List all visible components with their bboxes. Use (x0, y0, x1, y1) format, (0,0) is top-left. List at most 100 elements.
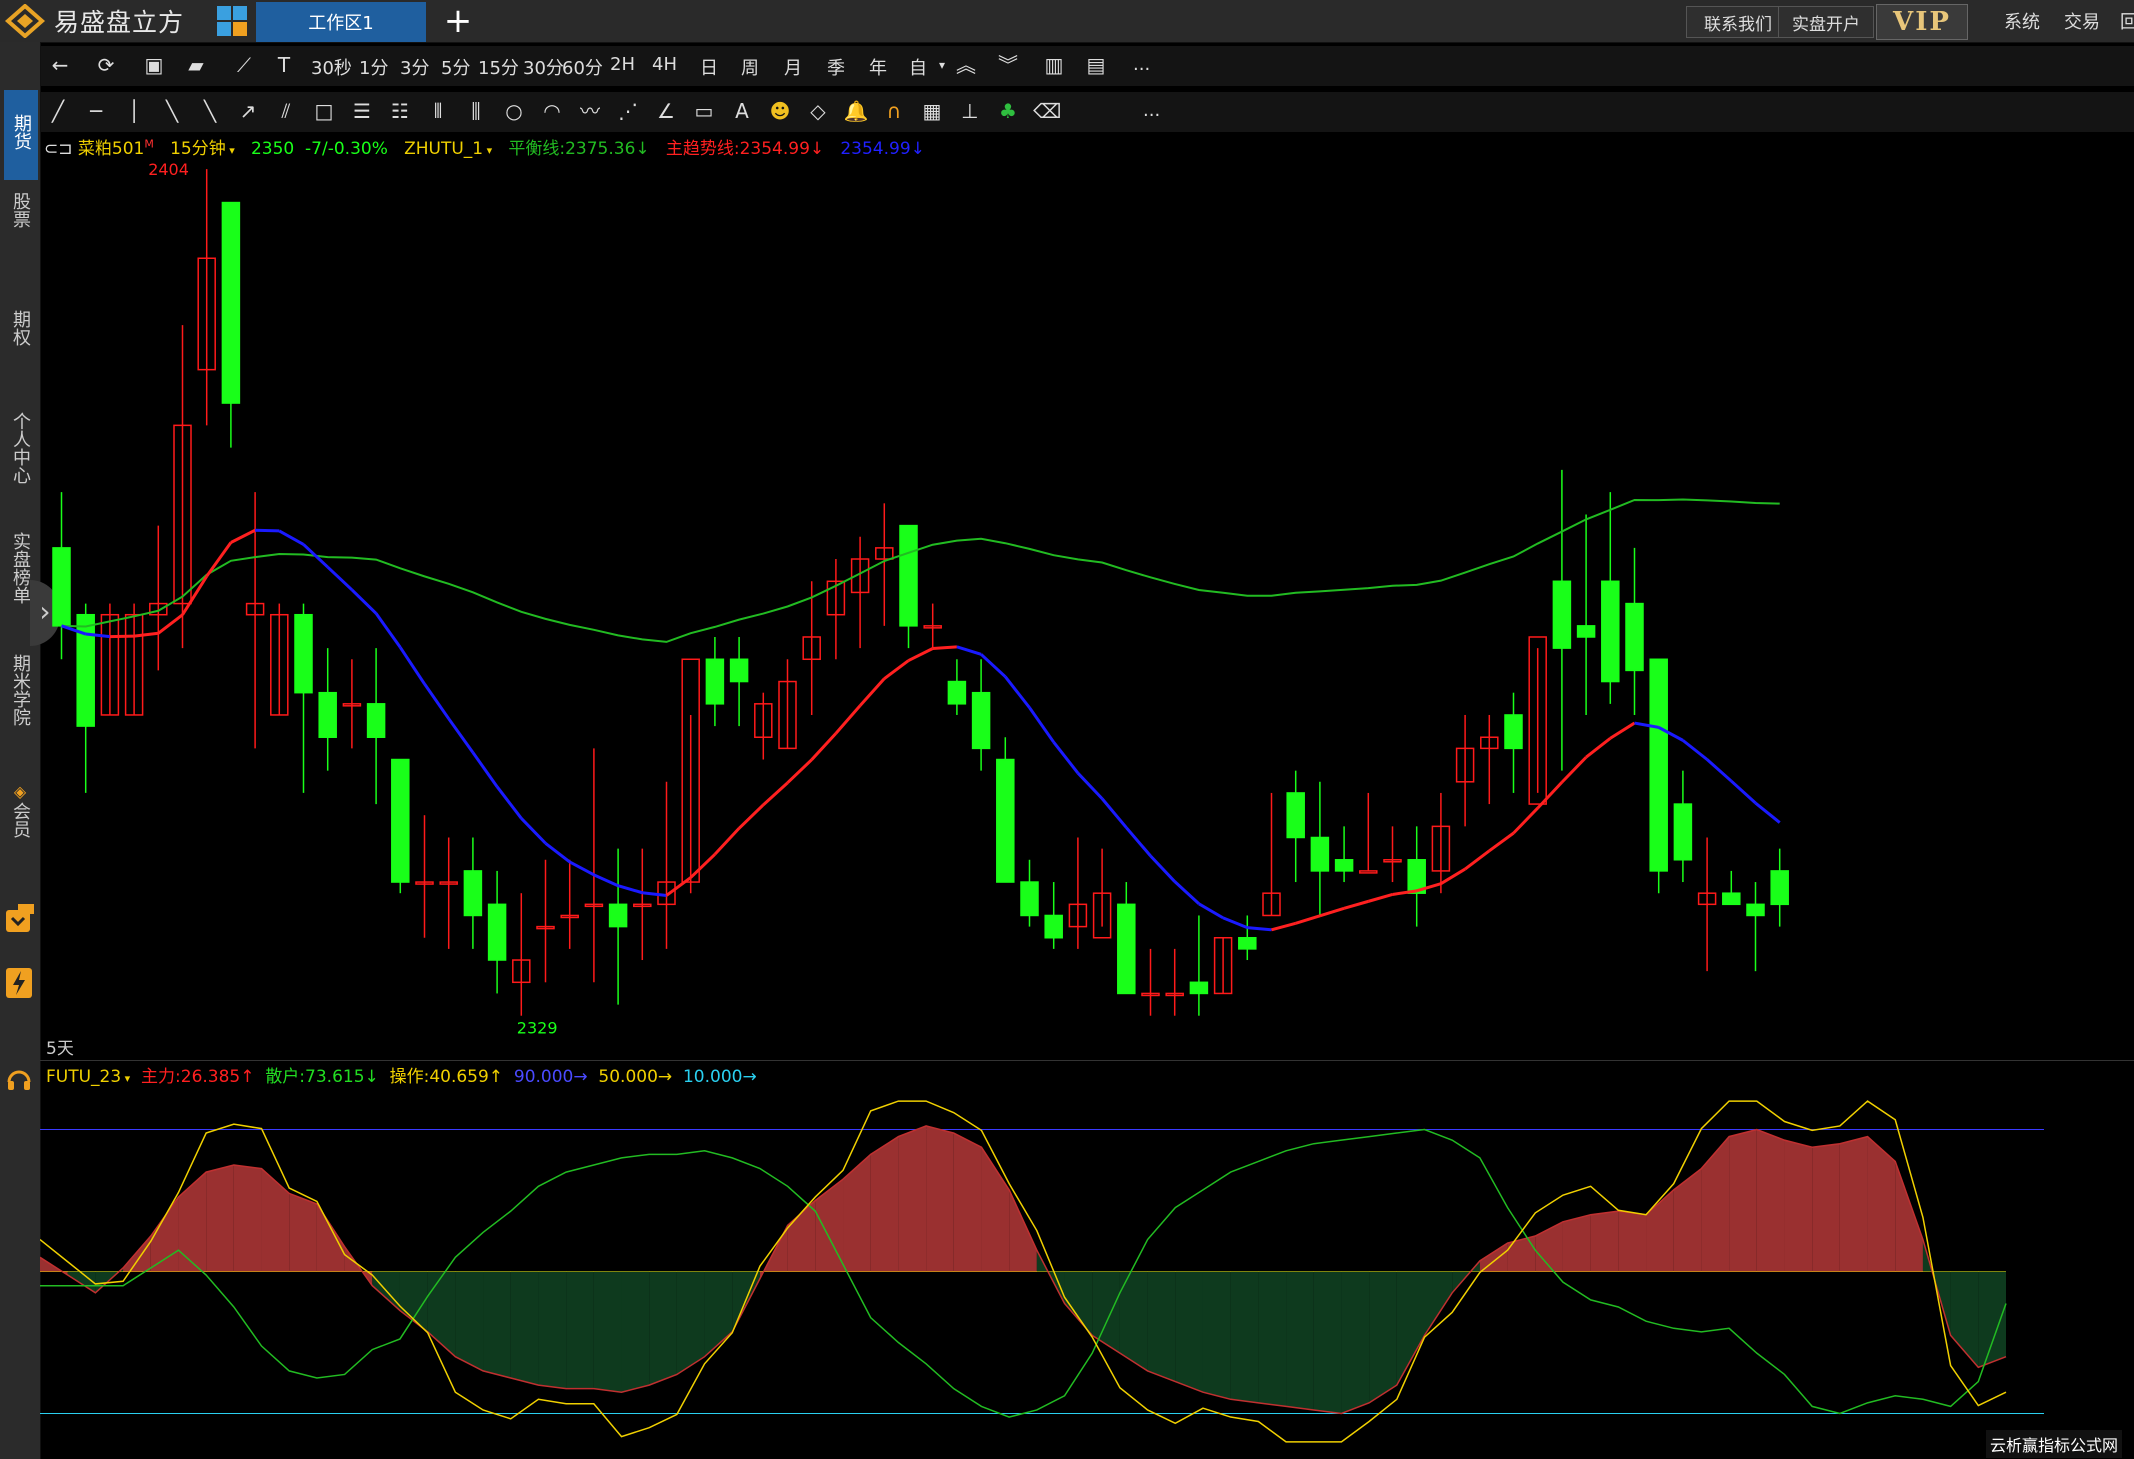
magnet-icon[interactable]: ∩ (881, 98, 907, 124)
indicator-dropdown-icon[interactable]: ▾ (483, 144, 493, 157)
workspace-grid-icon[interactable] (216, 5, 248, 37)
trend-line-segment (1754, 801, 1781, 824)
club-icon[interactable]: ♣ (995, 98, 1021, 124)
smiley-icon[interactable]: ☻ (767, 98, 793, 124)
zoom-out-icon[interactable]: ︾ (995, 52, 1021, 78)
candlestick-chart[interactable]: 2404 2329 5天 (40, 158, 2134, 1058)
time-share-icon[interactable]: T (271, 52, 297, 78)
indicator-layer (40, 1100, 2044, 1443)
tab-workspace-1[interactable]: 工作区1 (256, 2, 426, 42)
menu-more[interactable]: 回 (2120, 8, 2134, 34)
price-change: -7/-0.30% (305, 139, 388, 159)
split-horizontal-icon[interactable]: ▤ (1083, 52, 1109, 78)
open-account-button[interactable]: 实盘开户 (1778, 6, 1874, 38)
sidebar-item-academy[interactable]: 期米学院 (0, 654, 40, 731)
period-5m[interactable]: 5分 (441, 54, 470, 80)
app-name: 易盛盘立方 (54, 8, 185, 37)
pane-separator[interactable] (40, 1060, 2134, 1061)
period-lines-icon[interactable]: ⦀ (425, 98, 451, 124)
add-tab-button[interactable]: + (440, 2, 476, 40)
split-vertical-icon[interactable]: ▥ (1041, 52, 1067, 78)
contact-button[interactable]: 联系我们 (1686, 6, 1790, 38)
trend-line-segment (230, 528, 256, 544)
sidebar-item-personal-center[interactable]: 个人中心 (0, 412, 40, 489)
period-dropdown-icon[interactable]: ▾ (226, 144, 235, 157)
period-15m[interactable]: 15分 (478, 54, 519, 80)
sidebar-item-stocks[interactable]: 股票 (0, 192, 40, 233)
dropdown-arrow-icon[interactable]: ▾ (929, 52, 955, 78)
headset-icon[interactable] (6, 1066, 32, 1092)
arrow-tool-icon[interactable]: ↗ (235, 98, 261, 124)
calendar-icon[interactable]: ▦ (919, 98, 945, 124)
symbol-name[interactable]: 菜粕501 (78, 139, 144, 159)
sidebar-item-options[interactable]: 期权 (0, 310, 40, 351)
refresh-icon[interactable]: ⟳ (93, 52, 119, 78)
candle-body (1020, 881, 1039, 917)
sidebar-item-futures[interactable]: 期货 (4, 90, 38, 180)
app-logo[interactable]: 易盛盘立方 (4, 4, 184, 38)
menu-trade[interactable]: 交易 (2064, 8, 2100, 34)
bell-icon[interactable]: 🔔 (843, 98, 869, 124)
period-label[interactable]: 15分钟 (170, 139, 226, 159)
period-30m[interactable]: 30分 (523, 54, 564, 80)
ruler-icon[interactable]: ▭ (691, 98, 717, 124)
sub-indicator-name[interactable]: FUTU_23 (46, 1067, 121, 1087)
candle-body (1673, 803, 1693, 861)
fib-levels-icon[interactable]: ☷ (387, 98, 413, 124)
period-3m[interactable]: 3分 (400, 54, 429, 80)
trend-line-segment (1464, 849, 1491, 871)
toolbar-more[interactable]: ... (1133, 54, 1150, 75)
lightning-icon[interactable] (6, 968, 32, 998)
arc-icon[interactable]: ◠ (539, 98, 565, 124)
text-tool-icon[interactable]: A (729, 98, 755, 124)
vertical-line-icon[interactable]: │ (121, 98, 147, 124)
main-force-area (953, 1133, 982, 1272)
chart-settings-icon[interactable]: ⊂⊐ (44, 139, 73, 159)
zoom-in-icon[interactable]: ︽ (953, 52, 979, 78)
drawing-toolbar-more[interactable]: ... (1143, 100, 1160, 121)
eraser-icon[interactable]: ◇ (805, 98, 831, 124)
period-2h[interactable]: 2H (610, 54, 635, 75)
ellipse-icon[interactable]: ○ (501, 98, 527, 124)
sub-indicator-dropdown-icon[interactable]: ▾ (121, 1072, 131, 1085)
line-chart-icon[interactable]: ⟋ (231, 52, 257, 78)
rectangle-icon[interactable]: □ (311, 98, 337, 124)
segment-tool-icon[interactable]: ╱ (45, 98, 71, 124)
fib-retracement-icon[interactable]: ☰ (349, 98, 375, 124)
period-60m[interactable]: 60分 (562, 54, 603, 80)
period-custom[interactable]: 自 (909, 54, 927, 80)
period-month[interactable]: 月 (784, 54, 802, 80)
vip-button[interactable]: VIP (1876, 4, 1968, 40)
hide-drawings-icon[interactable]: ⌫ (1033, 98, 1061, 124)
back-arrow-icon[interactable]: ← (47, 52, 73, 78)
trend-line-segment (350, 588, 378, 615)
sidebar-item-member[interactable]: ◈ 会员 (0, 782, 40, 843)
main-force-area (1784, 1140, 1813, 1272)
period-day[interactable]: 日 (700, 54, 718, 80)
wave-icon[interactable]: 〰 (577, 98, 603, 124)
horizontal-line-icon[interactable]: ─ (83, 98, 109, 124)
period-week[interactable]: 周 (741, 54, 759, 80)
trend-line-segment (1609, 721, 1636, 740)
period-season[interactable]: 季 (827, 54, 845, 80)
vip-service-icon[interactable] (4, 904, 34, 934)
ray-tool-icon[interactable]: ╲ (159, 98, 185, 124)
period-1m[interactable]: 1分 (359, 54, 388, 80)
indicator-chart[interactable] (40, 1086, 2134, 1459)
speed-fan-icon[interactable]: ⋰ (615, 98, 641, 124)
candle-body (608, 903, 628, 928)
open-folder-icon[interactable]: ▰ (183, 52, 209, 78)
angle-icon[interactable]: ∠ (653, 98, 679, 124)
position-icon[interactable]: ⊥ (957, 98, 983, 124)
gann-fan-icon[interactable]: ⫼ (463, 98, 489, 124)
period-4h[interactable]: 4H (652, 54, 677, 75)
period-30s[interactable]: 30秒 (311, 54, 352, 80)
menu-system[interactable]: 系统 (2004, 8, 2040, 34)
sidebar-item-label: 会员 (10, 802, 31, 838)
main-force-area (1313, 1271, 1342, 1414)
extended-line-icon[interactable]: ╲ (197, 98, 223, 124)
save-icon[interactable]: ▣ (141, 52, 167, 78)
indicator-name[interactable]: ZHUTU_1 (404, 139, 483, 159)
parallel-lines-icon[interactable]: ⫽ (273, 98, 299, 124)
period-year[interactable]: 年 (869, 54, 887, 80)
